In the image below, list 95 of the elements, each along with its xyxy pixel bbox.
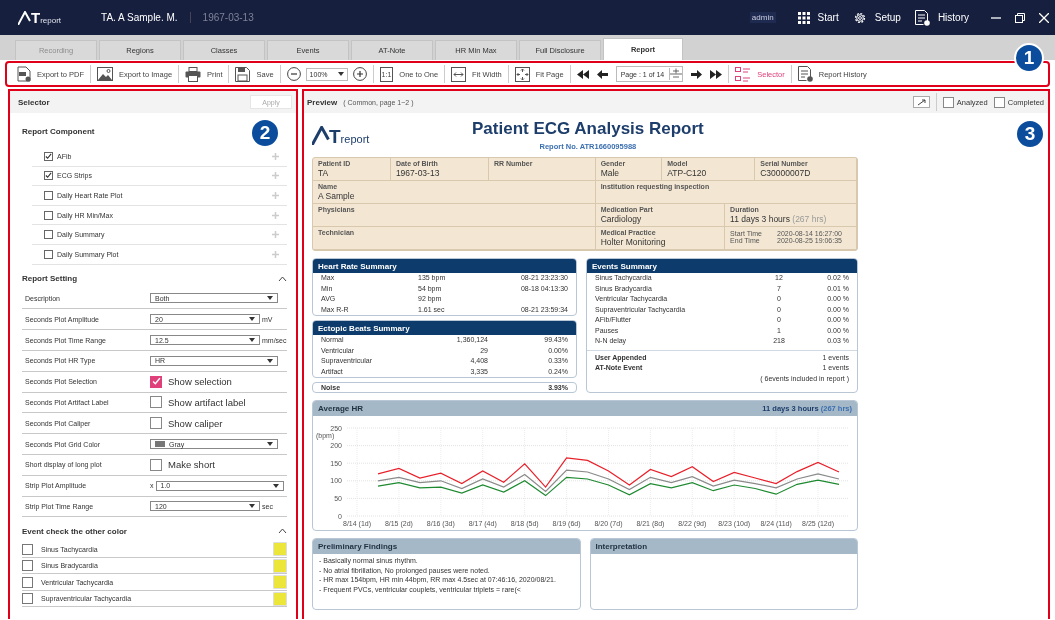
checkbox[interactable] [44, 210, 53, 220]
logo-letter: T [329, 128, 341, 145]
section-title: Report Setting [22, 274, 78, 284]
chevron-up-icon[interactable] [277, 275, 287, 282]
expand-icon[interactable] [912, 96, 930, 108]
dropdown-caret-icon [272, 483, 279, 488]
field-value: 1967-03-13 [395, 168, 441, 178]
fit-page-icon [514, 66, 530, 82]
logo-text: report [340, 133, 370, 145]
field-value: A Sample [318, 191, 356, 201]
dropdown-caret-icon [249, 338, 255, 343]
nav-button[interactable]: Setup [852, 10, 901, 25]
checkbox[interactable] [22, 593, 33, 605]
zoom-out-icon[interactable] [286, 67, 301, 81]
last-page-icon[interactable] [710, 69, 723, 79]
color-swatch[interactable] [272, 558, 287, 573]
card-title: Average HR [318, 404, 364, 413]
callout-badge: 3 [1015, 119, 1045, 149]
panel-title: Selector [18, 97, 50, 107]
color-swatch[interactable] [272, 591, 287, 606]
panel-title: Preview [307, 97, 338, 107]
card-title: Events Summary [587, 259, 857, 273]
field-value: 11 days 3 hours (267 hrs) [730, 214, 828, 224]
logo-letter: T [31, 10, 41, 25]
dropdown-caret-icon [249, 504, 255, 509]
dropdown-caret-icon [267, 296, 273, 301]
drag-handle-icon[interactable] [271, 152, 279, 160]
nav-button[interactable]: Start [797, 11, 839, 24]
chevron-up-icon[interactable] [277, 528, 287, 535]
checkbox-label: Show selection [168, 376, 232, 388]
card-title: Heart Rate Summary [313, 259, 576, 273]
grid-icon [797, 11, 810, 24]
checkbox-label: Show caliper [168, 417, 223, 429]
document-clock-icon [914, 9, 930, 26]
field-value: ATP-C120 [667, 168, 708, 178]
checkbox[interactable] [44, 171, 53, 181]
checkbox[interactable] [44, 249, 53, 259]
callout-badge: 2 [250, 118, 280, 148]
pdf-file-icon [17, 66, 31, 82]
checkbox[interactable] [44, 191, 53, 200]
checkbox[interactable] [44, 230, 53, 240]
checkbox[interactable] [150, 375, 162, 388]
spin-arrows-icon[interactable] [670, 68, 683, 80]
checklist-icon [735, 66, 752, 82]
fit-width-icon [451, 66, 467, 82]
checkmark-icon [45, 172, 52, 180]
section-title: Report Component [22, 126, 95, 136]
section-title: Event check the other color [22, 526, 127, 536]
field-value: C30000007D [760, 168, 812, 178]
drag-handle-icon[interactable] [271, 231, 279, 239]
drag-handle-icon[interactable] [271, 211, 279, 219]
settings-icon [852, 10, 867, 25]
field-value: Male [600, 168, 621, 178]
drag-handle-icon[interactable] [271, 192, 279, 199]
first-page-icon[interactable] [576, 69, 589, 79]
color-swatch[interactable] [272, 575, 287, 590]
field-value: TA [318, 168, 330, 178]
checkbox[interactable] [22, 560, 33, 572]
checkbox[interactable] [22, 543, 33, 555]
birth-date: 1967-03-13 [201, 12, 254, 23]
checkmark-icon [151, 377, 161, 387]
zoom-in-icon[interactable] [352, 67, 367, 81]
checkbox[interactable] [150, 458, 162, 471]
dropdown-caret-icon [337, 72, 344, 76]
card-title: Ectopic Beats Summary [313, 321, 576, 335]
nav-button[interactable]: History [914, 9, 969, 26]
card-title: Interpretation [595, 542, 648, 551]
patient-name: TA. A Sample. M. [101, 12, 191, 23]
previous-page-icon[interactable] [596, 69, 608, 79]
next-page-icon[interactable] [691, 69, 703, 79]
checkbox-label: Make short [168, 459, 215, 471]
callout-badge: 1 [1014, 43, 1044, 73]
checkbox[interactable] [150, 396, 162, 409]
dropdown-caret-icon [267, 442, 273, 447]
dropdown-caret-icon [267, 358, 273, 363]
checkbox[interactable] [150, 417, 162, 430]
checkmark-icon [45, 152, 52, 160]
dropdown-caret-icon [249, 317, 255, 322]
report-title: Patient ECG Analysis Report [472, 119, 704, 139]
checkbox[interactable] [22, 576, 33, 588]
printer-icon [185, 66, 202, 82]
image-icon [97, 67, 114, 81]
close-icon[interactable] [1039, 12, 1049, 23]
logo-text: report [40, 15, 62, 25]
card-title: Preliminary Findings [318, 542, 398, 551]
checkbox-label: Show artifact label [168, 396, 246, 408]
restore-icon[interactable] [1015, 12, 1025, 23]
color-swatch[interactable] [272, 542, 287, 557]
field-value: Holter Monitoring [600, 237, 667, 247]
document-clock-icon [797, 66, 813, 82]
field-value: Cardiology [600, 214, 643, 224]
drag-handle-icon[interactable] [271, 250, 279, 258]
user-name: admin [749, 12, 776, 23]
drag-handle-icon[interactable] [271, 172, 279, 180]
checkbox[interactable] [44, 151, 53, 161]
